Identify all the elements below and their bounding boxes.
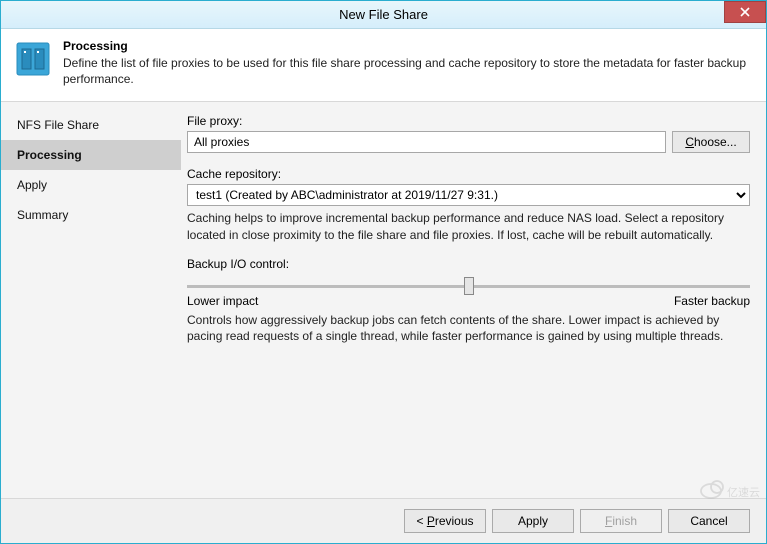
wizard-footer: < Previous Apply Finish Cancel <box>1 498 766 543</box>
choose-proxy-button[interactable]: Choose... <box>672 131 750 153</box>
backup-io-slider[interactable] <box>187 285 750 288</box>
finish-button[interactable]: Finish <box>580 509 662 533</box>
titlebar: New File Share <box>1 1 766 29</box>
sidebar-item-apply[interactable]: Apply <box>1 170 181 200</box>
header-description: Define the list of file proxies to be us… <box>63 55 752 87</box>
cache-repo-label: Cache repository: <box>187 167 750 181</box>
wizard-header: Processing Define the list of file proxi… <box>1 29 766 102</box>
sidebar-item-processing[interactable]: Processing <box>1 140 181 170</box>
cache-repo-select[interactable]: test1 (Created by ABC\administrator at 2… <box>187 184 750 206</box>
window-title: New File Share <box>1 7 766 22</box>
wizard-content: File proxy: Choose... Cache repository: … <box>181 102 766 498</box>
wizard-body: NFS File Share Processing Apply Summary … <box>1 102 766 498</box>
slider-labels: Lower impact Faster backup <box>187 294 750 308</box>
close-button[interactable] <box>724 1 766 23</box>
cache-repo-group: Cache repository: test1 (Created by ABC\… <box>187 167 750 242</box>
header-text: Processing Define the list of file proxi… <box>63 39 752 87</box>
file-proxy-row: Choose... <box>187 131 750 153</box>
io-help-text: Controls how aggressively backup jobs ca… <box>187 312 750 344</box>
sidebar-item-nfs-file-share[interactable]: NFS File Share <box>1 110 181 140</box>
apply-button[interactable]: Apply <box>492 509 574 533</box>
processing-icon <box>15 41 51 77</box>
cache-help-text: Caching helps to improve incremental bac… <box>187 210 750 242</box>
file-proxy-group: File proxy: Choose... <box>187 114 750 153</box>
file-proxy-label: File proxy: <box>187 114 750 128</box>
new-file-share-wizard: New File Share Processing Define the lis… <box>0 0 767 544</box>
sidebar-item-summary[interactable]: Summary <box>1 200 181 230</box>
slider-low-label: Lower impact <box>187 294 258 308</box>
close-icon <box>740 7 750 17</box>
backup-io-group: Backup I/O control: Lower impact Faster … <box>187 257 750 344</box>
wizard-steps-sidebar: NFS File Share Processing Apply Summary <box>1 102 181 498</box>
backup-io-label: Backup I/O control: <box>187 257 750 271</box>
slider-high-label: Faster backup <box>674 294 750 308</box>
previous-button[interactable]: < Previous <box>404 509 486 533</box>
file-proxy-input[interactable] <box>187 131 666 153</box>
cancel-button[interactable]: Cancel <box>668 509 750 533</box>
header-title: Processing <box>63 39 752 53</box>
